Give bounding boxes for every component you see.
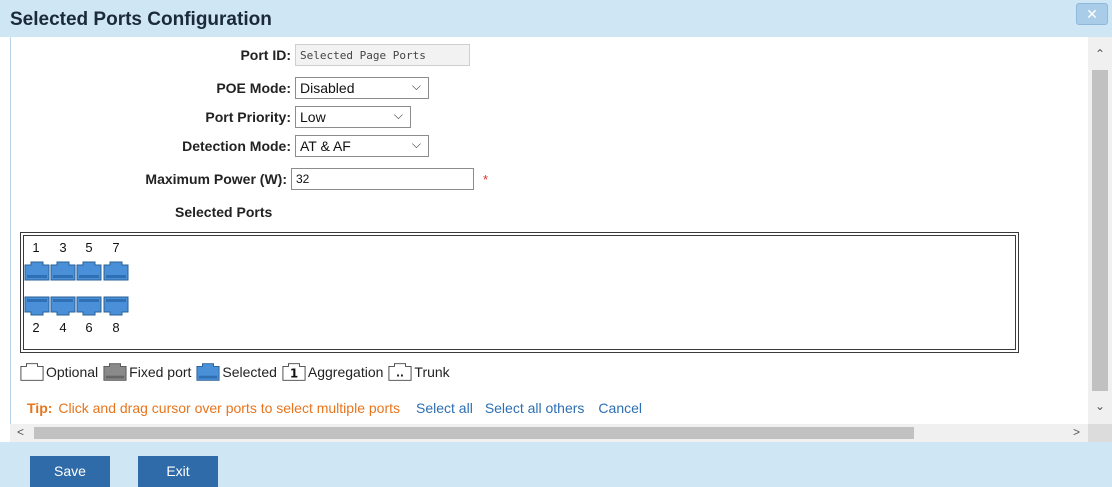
detection-mode-label: Detection Mode: (182, 138, 291, 154)
port-number-2: 2 (32, 320, 40, 335)
scroll-left-icon[interactable]: < (17, 425, 24, 439)
exit-button[interactable]: Exit (138, 456, 218, 487)
close-button[interactable]: ✕ (1076, 3, 1108, 25)
legend-aggregation-label: Aggregation (307, 364, 384, 380)
aggregation-glyph: 1 (290, 367, 298, 381)
port-priority-row: Port Priority: Low ⌵ (11, 106, 411, 128)
legend-selected-label: Selected (222, 364, 277, 380)
scroll-down-icon[interactable]: ⌄ (1095, 399, 1105, 413)
max-power-label: Maximum Power (W): (145, 171, 287, 187)
vertical-scroll-thumb[interactable] (1092, 70, 1108, 391)
chevron-down-icon: ⌵ (411, 137, 421, 151)
save-button[interactable]: Save (30, 456, 110, 487)
port-4[interactable] (50, 296, 76, 316)
port-priority-select[interactable]: Low ⌵ (295, 106, 411, 128)
scroll-right-icon[interactable]: > (1073, 425, 1080, 439)
detection-mode-value: AT & AF (300, 138, 351, 154)
poe-mode-value: Disabled (300, 80, 355, 96)
horizontal-scroll-thumb[interactable] (34, 427, 914, 439)
port-number-5: 5 (85, 240, 93, 255)
port-7[interactable] (103, 261, 129, 281)
port-number-3: 3 (59, 240, 67, 255)
legend-optional: Optional (20, 362, 98, 382)
tip-bar: Tip: Click and drag cursor over ports to… (27, 400, 642, 416)
required-marker: * (483, 171, 489, 187)
tip-label: Tip: (27, 400, 53, 416)
legend-trunk-label: Trunk (414, 364, 450, 380)
port-5[interactable] (76, 261, 102, 281)
port-number-4: 4 (59, 320, 67, 335)
legend-trunk: .. Trunk (388, 362, 450, 382)
chevron-down-icon: ⌵ (411, 79, 421, 93)
port-number-7: 7 (112, 240, 120, 255)
port-number-1: 1 (32, 240, 40, 255)
legend-optional-label: Optional (46, 364, 99, 380)
dialog-title: Selected Ports Configuration (10, 9, 272, 30)
max-power-input[interactable]: 32 (291, 168, 474, 190)
detection-mode-select[interactable]: AT & AF ⌵ (295, 135, 429, 157)
legend-fixed: Fixed port (103, 362, 191, 382)
legend-fixed-label: Fixed port (129, 364, 192, 380)
port-number-8: 8 (112, 320, 120, 335)
scrollbar-corner (1088, 424, 1112, 442)
poe-mode-label: POE Mode: (216, 80, 291, 96)
aggregation-port-icon: 1 (282, 363, 306, 381)
port-number-6: 6 (85, 320, 93, 335)
select-all-others-link[interactable]: Select all others (485, 400, 585, 416)
select-all-link[interactable]: Select all (416, 400, 473, 416)
detection-mode-row: Detection Mode: AT & AF ⌵ (11, 135, 429, 157)
trunk-glyph: .. (397, 369, 405, 380)
port-panel: 1 3 5 7 2 4 6 8 (20, 232, 1019, 353)
horizontal-scrollbar[interactable]: < > (10, 424, 1088, 442)
port-1[interactable] (24, 261, 50, 281)
port-legend: Optional Fixed port Selected 1 Aggregati… (20, 362, 455, 382)
vertical-scrollbar[interactable]: ⌃ ⌄ (1088, 37, 1112, 424)
chevron-down-icon: ⌵ (393, 108, 403, 122)
poe-mode-row: POE Mode: Disabled ⌵ (11, 77, 429, 99)
tip-text: Click and drag cursor over ports to sele… (58, 400, 400, 416)
port-3[interactable] (50, 261, 76, 281)
port-priority-label: Port Priority: (205, 109, 291, 125)
port-priority-value: Low (300, 109, 326, 125)
legend-selected: Selected (196, 362, 277, 382)
port-id-label: Port ID: (240, 47, 291, 63)
dialog-content: Port ID: Selected Page Ports POE Mode: D… (10, 37, 1087, 424)
trunk-port-icon: .. (388, 363, 412, 381)
port-6[interactable] (76, 296, 102, 316)
port-id-field: Selected Page Ports (295, 44, 470, 66)
selected-ports-title: Selected Ports (175, 204, 273, 220)
title-bar: Selected Ports Configuration ✕ (0, 0, 1112, 37)
max-power-row: Maximum Power (W): 32 * (11, 168, 488, 190)
poe-mode-select[interactable]: Disabled ⌵ (295, 77, 429, 99)
scroll-up-icon[interactable]: ⌃ (1095, 47, 1105, 61)
port-2[interactable] (24, 296, 50, 316)
port-id-row: Port ID: Selected Page Ports (11, 44, 470, 66)
legend-aggregation: 1 Aggregation (282, 362, 384, 382)
optional-port-icon (20, 363, 44, 381)
fixed-port-icon (103, 363, 127, 381)
port-8[interactable] (103, 296, 129, 316)
dialog-footer: Save Exit (0, 442, 1112, 487)
cancel-link[interactable]: Cancel (598, 400, 642, 416)
selected-port-icon (196, 363, 220, 381)
